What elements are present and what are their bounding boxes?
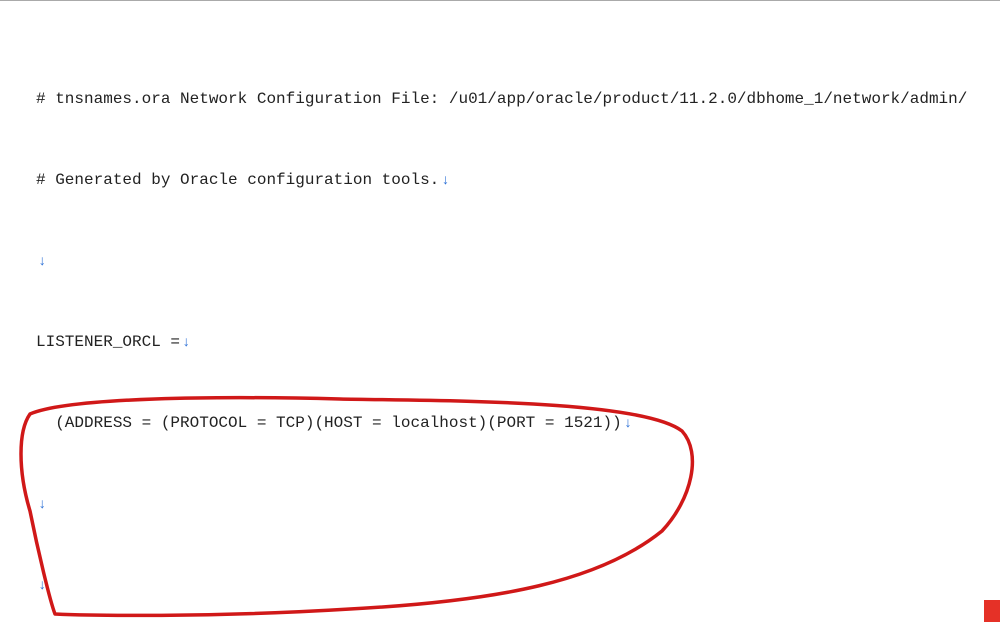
code-text: # Generated by Oracle configuration tool… (36, 171, 439, 189)
text-editor[interactable]: # tnsnames.ora Network Configuration Fil… (0, 0, 1000, 624)
eol-icon: ↓ (38, 254, 46, 270)
code-text: LISTENER_ORCL = (36, 333, 180, 351)
code-text: (ADDRESS = (PROTOCOL = TCP)(HOST = local… (36, 414, 622, 432)
code-line: # Generated by Oracle configuration tool… (0, 167, 1000, 194)
code-text: # tnsnames.ora Network Configuration Fil… (36, 90, 967, 108)
right-bottom-marker (984, 600, 1000, 622)
code-line: LISTENER_ORCL =↓ (0, 329, 1000, 356)
eol-icon: ↓ (182, 335, 190, 351)
eol-icon: ↓ (38, 578, 46, 594)
code-line: ↓ (0, 572, 1000, 599)
code-line: ↓ (0, 491, 1000, 518)
code-line: (ADDRESS = (PROTOCOL = TCP)(HOST = local… (0, 410, 1000, 437)
code-line: ↓ (0, 248, 1000, 275)
eol-icon: ↓ (624, 416, 632, 432)
eol-icon: ↓ (441, 173, 449, 189)
eol-icon: ↓ (38, 497, 46, 513)
code-line: # tnsnames.ora Network Configuration Fil… (0, 86, 1000, 113)
